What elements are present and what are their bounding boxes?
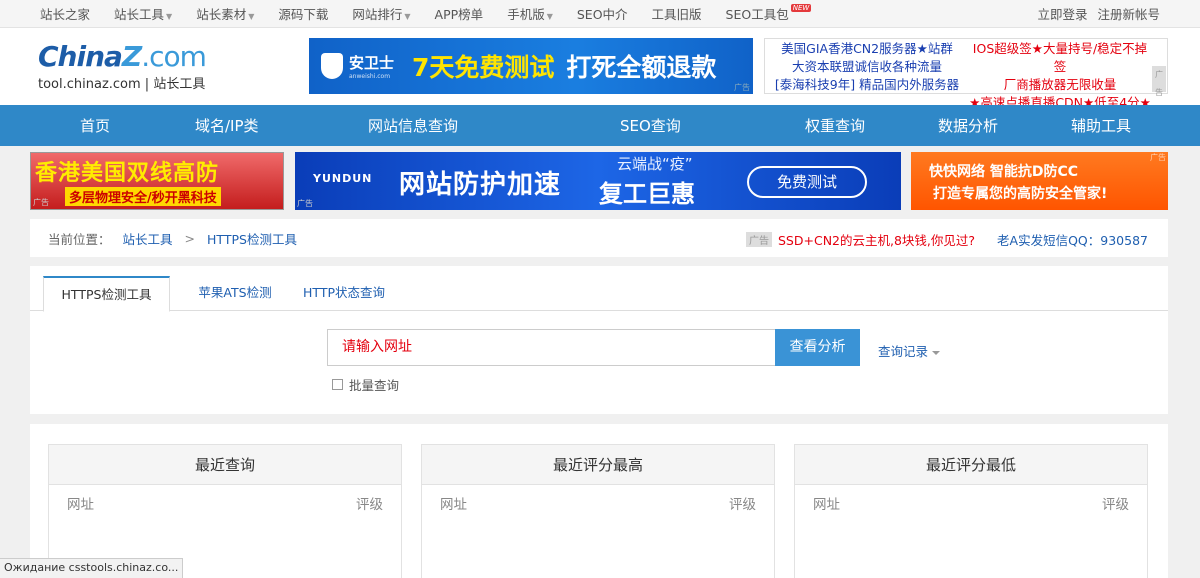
box-title: 最近评分最低 — [795, 445, 1147, 485]
tab-apple-ats[interactable]: 苹果ATS检测 — [190, 276, 280, 312]
promo-link[interactable]: SSD+CN2的云主机,8块钱,你见过? — [778, 230, 975, 249]
chevron-down-icon: ▼ — [404, 12, 411, 21]
col-grade: 评级 — [729, 497, 756, 513]
banner-line1: 快快网络 智能抗D防CC — [929, 164, 1079, 180]
banner-ad-hk-us[interactable]: 香港美国双线高防 多层物理安全/秒开黑科技 广告 — [30, 152, 284, 210]
free-test-button[interactable]: 免费测试 — [747, 166, 867, 198]
top-link-tools[interactable]: 站长工具 ▼ — [114, 4, 172, 23]
box-title: 最近评分最高 — [422, 445, 774, 485]
nav-item-site-info[interactable]: 网站信息查询 — [368, 115, 458, 136]
browser-status-bar: Ожидание csstools.chinaz.co... — [0, 558, 184, 578]
banner-subtitle: 多层物理安全/秒开黑科技 — [65, 187, 221, 206]
nav-item-home[interactable]: 首页 — [80, 115, 110, 136]
ad-headline-yellow: 7天免费测试 — [412, 53, 555, 82]
box-title: 最近查询 — [49, 445, 401, 485]
nav-item-weight[interactable]: 权重查询 — [805, 115, 865, 136]
top-link-old-tools[interactable]: 工具旧版 — [652, 4, 702, 23]
banner-big-text: 复工巨惠 — [599, 180, 695, 208]
chevron-down-icon: ▼ — [166, 12, 173, 21]
nav-item-aux-tools[interactable]: 辅助工具 — [1071, 115, 1131, 136]
top-link-assets[interactable]: 站长素材 ▼ — [196, 4, 254, 23]
banner-small-text: 云端战“疫” — [617, 155, 693, 173]
query-history-dropdown[interactable]: 查询记录 — [878, 341, 941, 360]
nav-item-domain-ip[interactable]: 域名/IP类 — [195, 115, 259, 136]
tool-panel: HTTPS检测工具 苹果ATS检测 HTTP状态查询 请输入网址 查看分析 查询… — [30, 266, 1168, 414]
chevron-down-icon: ▼ — [248, 12, 255, 21]
ad-brand: 安卫士 anweishi.com — [349, 54, 395, 80]
banner-row: 香港美国双线高防 多层物理安全/秒开黑科技 广告 YUNDUN 网站防护加速 云… — [0, 146, 1200, 215]
top-link-mobile[interactable]: 手机版 ▼ — [507, 4, 553, 23]
text-ads: 美国GIA香港CN2服务器★站群 大资本联盟诚信收各种流量 [泰海科技9年] 精… — [764, 38, 1168, 110]
logo-subtitle: tool.chinaz.com | 站长工具 — [38, 77, 206, 92]
col-url: 网址 — [440, 497, 467, 513]
batch-label: 批量查询 — [349, 378, 400, 393]
yundun-logo: YUNDUN — [313, 172, 373, 185]
banner-main-text: 网站防护加速 — [399, 170, 562, 200]
banner-ad-yundun[interactable]: YUNDUN 网站防护加速 云端战“疫” 复工巨惠 免费测试 广告 — [295, 152, 901, 210]
logo-text: China — [38, 40, 123, 73]
col-grade: 评级 — [356, 497, 383, 513]
login-link[interactable]: 立即登录 — [1037, 4, 1087, 23]
new-badge: NEW — [790, 4, 812, 12]
breadcrumb: 当前位置： 站长工具 > HTTPS检测工具 广告 SSD+CN2的云主机,8块… — [30, 219, 1168, 257]
text-ad-link[interactable]: IOS超级签★大量持号/稳定不掉签 — [967, 40, 1153, 76]
tool-tabs: HTTPS检测工具 苹果ATS检测 HTTP状态查询 — [30, 266, 1168, 312]
ad-tag: 广告 — [33, 198, 49, 207]
breadcrumb-link-tools[interactable]: 站长工具 — [123, 229, 173, 248]
logo-z: Z — [121, 40, 142, 73]
col-url: 网址 — [67, 497, 94, 513]
highest-score-box: 最近评分最高 网址 评级 — [421, 444, 775, 578]
top-link-home[interactable]: 站长之家 — [40, 4, 90, 23]
batch-checkbox[interactable] — [332, 379, 343, 390]
top-link-source[interactable]: 源码下载 — [278, 4, 328, 23]
results-section: 最近查询 网址 评级 最近评分最高 网址 评级 最近评分最低 网址 评级 — [30, 424, 1168, 578]
nav-item-analytics[interactable]: 数据分析 — [938, 115, 998, 136]
lowest-score-box: 最近评分最低 网址 评级 — [794, 444, 1148, 578]
header-ad-banner[interactable]: 安卫士 anweishi.com 7天免费测试 打死全额退款 广告 — [309, 38, 753, 94]
breadcrumb-link-https[interactable]: HTTPS检测工具 — [207, 229, 297, 248]
logo-com: .com — [141, 40, 207, 73]
top-link-seo-pack[interactable]: SEO工具包 NEW — [726, 4, 812, 23]
analyze-button[interactable]: 查看分析 — [775, 329, 860, 366]
tab-https-check[interactable]: HTTPS检测工具 — [43, 276, 170, 312]
breadcrumb-label: 当前位置： — [48, 231, 111, 247]
text-ad-link[interactable]: [泰海科技9年] 精品国内外服务器 — [767, 76, 967, 94]
register-link[interactable]: 注册新帐号 — [1097, 4, 1160, 23]
banner-ad-kuaikuai[interactable]: 快快网络 智能抗D防CC 打造专属您的高防安全管家! 广告 — [911, 152, 1168, 210]
col-grade: 评级 — [1102, 497, 1129, 513]
ad-tag: 广告 — [297, 199, 313, 208]
contact-link[interactable]: 老A实发短信QQ：930587 — [997, 230, 1148, 249]
site-logo[interactable]: ChinaZ.com tool.chinaz.com | 站长工具 — [38, 40, 207, 93]
ad-tag: 广告 — [1152, 66, 1166, 97]
nav-item-seo[interactable]: SEO查询 — [620, 115, 681, 136]
banner-line2: 打造专属您的高防安全管家! — [933, 186, 1108, 202]
top-link-ranking[interactable]: 网站排行 ▼ — [352, 4, 410, 23]
breadcrumb-separator: > — [184, 230, 196, 246]
text-ad-link[interactable]: 大资本联盟诚信收各种流量 — [767, 58, 967, 76]
ad-tag: 广告 — [1150, 153, 1166, 162]
top-link-app[interactable]: APP榜单 — [435, 4, 484, 23]
header: ChinaZ.com tool.chinaz.com | 站长工具 安卫士 anw… — [0, 28, 1200, 110]
text-ad-link[interactable]: 美国GIA香港CN2服务器★站群 — [767, 40, 967, 58]
ad-tag: 广告 — [734, 83, 750, 92]
tab-http-status[interactable]: HTTP状态查询 — [302, 276, 386, 312]
chevron-down-icon: ▼ — [546, 12, 553, 21]
ad-brand-url: anweishi.com — [349, 73, 391, 80]
url-input[interactable]: 请输入网址 — [327, 329, 775, 366]
caret-down-icon — [932, 350, 941, 355]
history-label: 查询记录 — [878, 344, 929, 359]
banner-title: 香港美国双线高防 — [35, 161, 220, 186]
top-links: 站长之家 站长工具 ▼ 站长素材 ▼ 源码下载 网站排行 ▼ APP榜单 手机版 ▼ S… — [40, 4, 835, 23]
shield-icon — [321, 53, 343, 79]
batch-query-option[interactable]: 批量查询 — [332, 375, 399, 394]
ad-tag: 广告 — [746, 232, 772, 247]
top-bar: 站长之家 站长工具 ▼ 站长素材 ▼ 源码下载 网站排行 ▼ APP榜单 手机版 ▼ S… — [0, 0, 1200, 28]
ad-headline-white: 打死全额退款 — [566, 53, 717, 82]
top-link-seo-agent[interactable]: SEO中介 — [577, 4, 628, 23]
text-ad-link[interactable]: 厂商播放器无限收量 — [967, 76, 1153, 94]
col-url: 网址 — [813, 497, 840, 513]
main-nav: 首页 域名/IP类 网站信息查询 SEO查询 权重查询 数据分析 辅助工具 — [0, 105, 1200, 146]
